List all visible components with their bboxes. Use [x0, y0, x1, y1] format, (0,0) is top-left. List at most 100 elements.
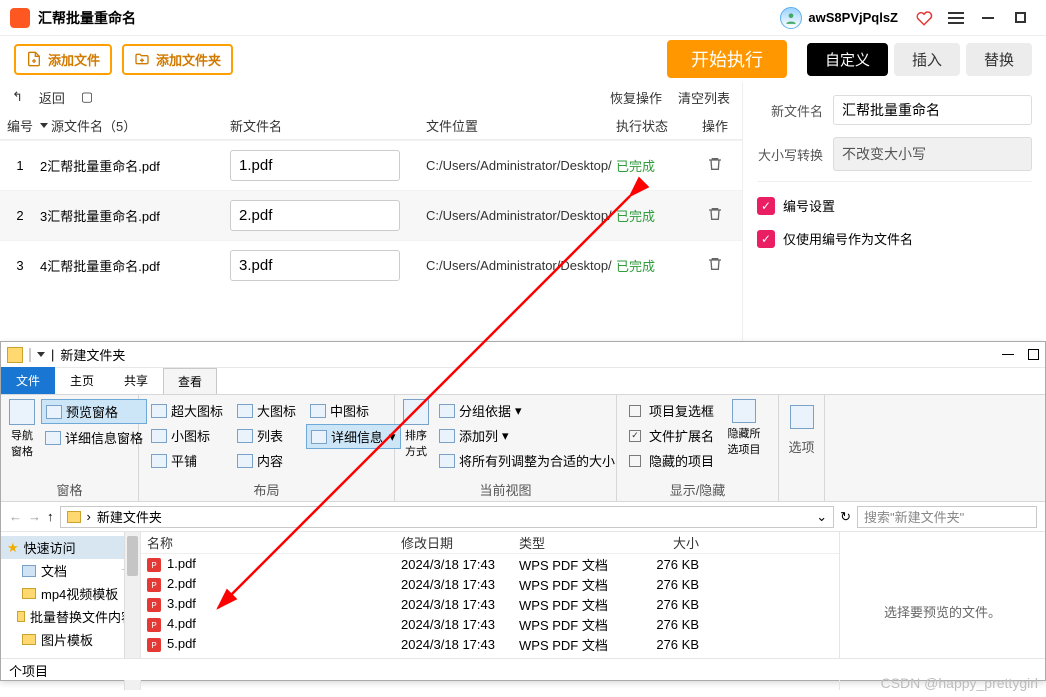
- mode-custom[interactable]: 自定义: [807, 43, 888, 76]
- explorer-tabs: 文件 主页 共享 查看: [1, 368, 1045, 394]
- delete-row-icon[interactable]: [690, 156, 740, 175]
- view-xl[interactable]: 超大图标: [147, 399, 227, 422]
- file-row[interactable]: P1.pdf 2024/3/18 17:43 WPS PDF 文档 276 KB: [141, 554, 839, 574]
- view-content[interactable]: 内容: [233, 449, 300, 472]
- win-maximize-icon[interactable]: [1028, 349, 1039, 360]
- tab-share[interactable]: 共享: [109, 367, 163, 394]
- ribbon: 导航窗格 预览窗格 详细信息窗格 窗格 超大图标 小图标 平铺 大图标 列表: [1, 394, 1045, 502]
- chk-item-checkbox[interactable]: 项目复选框: [625, 399, 718, 422]
- add-file-button[interactable]: 添加文件: [14, 44, 112, 75]
- view-large[interactable]: 大图标: [233, 399, 300, 422]
- tree-documents[interactable]: 文档📌: [1, 559, 140, 582]
- new-name-cell-input[interactable]: [230, 200, 400, 231]
- status-badge: 已完成: [616, 156, 690, 175]
- options-button[interactable]: 选项: [788, 435, 814, 456]
- fit-columns-button[interactable]: 将所有列调整为合适的大小: [435, 449, 619, 472]
- sort-icon: [403, 399, 429, 425]
- restore-button[interactable]: 恢复操作: [610, 88, 662, 107]
- delete-row-icon[interactable]: [690, 206, 740, 225]
- group-by-button[interactable]: 分组依据 ▾: [435, 399, 619, 422]
- explorer-title: 新建文件夹: [60, 345, 125, 364]
- folder-icon: [67, 511, 81, 523]
- back-arrow-icon[interactable]: ↰: [12, 89, 23, 105]
- th-location[interactable]: 文件位置: [426, 116, 616, 135]
- view-list[interactable]: 列表: [233, 424, 300, 447]
- add-column-button[interactable]: 添加列 ▾: [435, 424, 619, 447]
- th-new-name[interactable]: 新文件名: [230, 116, 426, 135]
- add-folder-button[interactable]: 添加文件夹: [122, 44, 233, 75]
- new-name-label: 新文件名: [757, 101, 823, 120]
- star-icon: ★: [7, 540, 19, 556]
- col-name[interactable]: 名称: [147, 533, 401, 552]
- user-name[interactable]: awS8PVjPqlsZ: [808, 10, 898, 25]
- th-action[interactable]: 操作: [690, 116, 740, 135]
- pdf-icon: P: [147, 578, 161, 592]
- col-type[interactable]: 类型: [519, 533, 639, 552]
- table-row[interactable]: 2 3汇帮批量重命名.pdf C:/Users/Administrator/De…: [0, 190, 742, 240]
- view-small[interactable]: 小图标: [147, 424, 227, 447]
- nav-up-icon[interactable]: ↑: [47, 509, 54, 524]
- mode-replace[interactable]: 替换: [966, 43, 1032, 76]
- nav-pane-button[interactable]: 导航窗格: [9, 427, 35, 459]
- table-header: 编号 源文件名（5） 新文件名 文件位置 执行状态 操作: [0, 112, 742, 140]
- back-button[interactable]: 返回: [39, 88, 65, 107]
- heart-icon[interactable]: [912, 6, 936, 30]
- tab-file[interactable]: 文件: [1, 367, 55, 394]
- tree-batch[interactable]: 批量替换文件内容: [1, 605, 140, 628]
- address-bar[interactable]: › 新建文件夹 ⌄: [60, 506, 835, 528]
- minimize-icon[interactable]: [976, 6, 1000, 30]
- view-medium[interactable]: 中图标: [306, 399, 401, 422]
- table-row[interactable]: 3 4汇帮批量重命名.pdf C:/Users/Administrator/De…: [0, 240, 742, 290]
- chk-hidden-checkbox[interactable]: 隐藏的项目: [625, 449, 718, 472]
- file-row[interactable]: P3.pdf 2024/3/18 17:43 WPS PDF 文档 276 KB: [141, 594, 839, 614]
- maximize-icon[interactable]: [1008, 6, 1032, 30]
- th-source-name[interactable]: 源文件名（5）: [40, 116, 230, 135]
- avatar-icon[interactable]: [780, 7, 802, 29]
- breadcrumb[interactable]: 新建文件夹: [97, 507, 162, 526]
- file-row[interactable]: P5.pdf 2024/3/18 17:43 WPS PDF 文档 276 KB: [141, 634, 839, 654]
- sort-button[interactable]: 排序方式: [403, 427, 429, 459]
- new-name-cell-input[interactable]: [230, 150, 400, 181]
- undo-icon[interactable]: ▢: [81, 89, 93, 105]
- nav-fwd-icon[interactable]: →: [28, 509, 41, 524]
- start-button[interactable]: 开始执行: [667, 40, 787, 78]
- chevron-down-icon[interactable]: [37, 352, 45, 357]
- mode-insert[interactable]: 插入: [894, 43, 960, 76]
- numbering-checkbox[interactable]: ✓ 编号设置: [757, 196, 1032, 215]
- preview-pane-button[interactable]: 预览窗格: [41, 399, 147, 424]
- pdf-icon: P: [147, 618, 161, 632]
- case-label: 大小写转换: [757, 145, 823, 164]
- win-minimize-icon[interactable]: [1002, 354, 1014, 355]
- refresh-icon[interactable]: ↻: [840, 509, 851, 525]
- file-row[interactable]: P2.pdf 2024/3/18 17:43 WPS PDF 文档 276 KB: [141, 574, 839, 594]
- main-toolbar: 添加文件 添加文件夹 开始执行 自定义 插入 替换: [0, 36, 1046, 82]
- file-row[interactable]: P4.pdf 2024/3/18 17:43 WPS PDF 文档 276 KB: [141, 614, 839, 634]
- case-select[interactable]: 不改变大小写: [833, 137, 1032, 171]
- use-only-number-checkbox[interactable]: ✓ 仅使用编号作为文件名: [757, 229, 1032, 248]
- new-name-input[interactable]: [833, 95, 1032, 125]
- menu-icon[interactable]: [944, 6, 968, 30]
- file-explorer-window: | 新建文件夹 文件 主页 共享 查看 导航窗格 预览窗格 详细信息窗格 窗格: [0, 341, 1046, 681]
- search-input[interactable]: 搜索"新建文件夹": [857, 506, 1037, 528]
- delete-row-icon[interactable]: [690, 256, 740, 275]
- tree-mp4[interactable]: mp4视频模板: [1, 582, 140, 605]
- th-status[interactable]: 执行状态: [616, 116, 690, 135]
- hide-selected-button[interactable]: 隐藏所选项目: [724, 425, 764, 457]
- chevron-down-icon[interactable]: ⌄: [816, 509, 827, 525]
- view-tiles[interactable]: 平铺: [147, 449, 227, 472]
- tab-view[interactable]: 查看: [163, 368, 217, 394]
- nav-back-icon[interactable]: ←: [9, 509, 22, 524]
- tree-pics[interactable]: 图片模板: [1, 628, 140, 651]
- tab-home[interactable]: 主页: [55, 367, 109, 394]
- clear-list-button[interactable]: 清空列表: [678, 88, 730, 107]
- tree-quick-access[interactable]: ★快速访问: [1, 536, 140, 559]
- th-index[interactable]: 编号: [0, 116, 40, 135]
- chk-ext-checkbox[interactable]: ✓文件扩展名: [625, 424, 718, 447]
- new-name-cell-input[interactable]: [230, 250, 400, 281]
- view-details[interactable]: 详细信息▾: [306, 424, 401, 449]
- detail-pane-button[interactable]: 详细信息窗格: [41, 426, 147, 449]
- table-row[interactable]: 1 2汇帮批量重命名.pdf C:/Users/Administrator/De…: [0, 140, 742, 190]
- explorer-titlebar[interactable]: | 新建文件夹: [1, 342, 1045, 368]
- col-size[interactable]: 大小: [639, 533, 719, 552]
- col-date[interactable]: 修改日期: [401, 533, 519, 552]
